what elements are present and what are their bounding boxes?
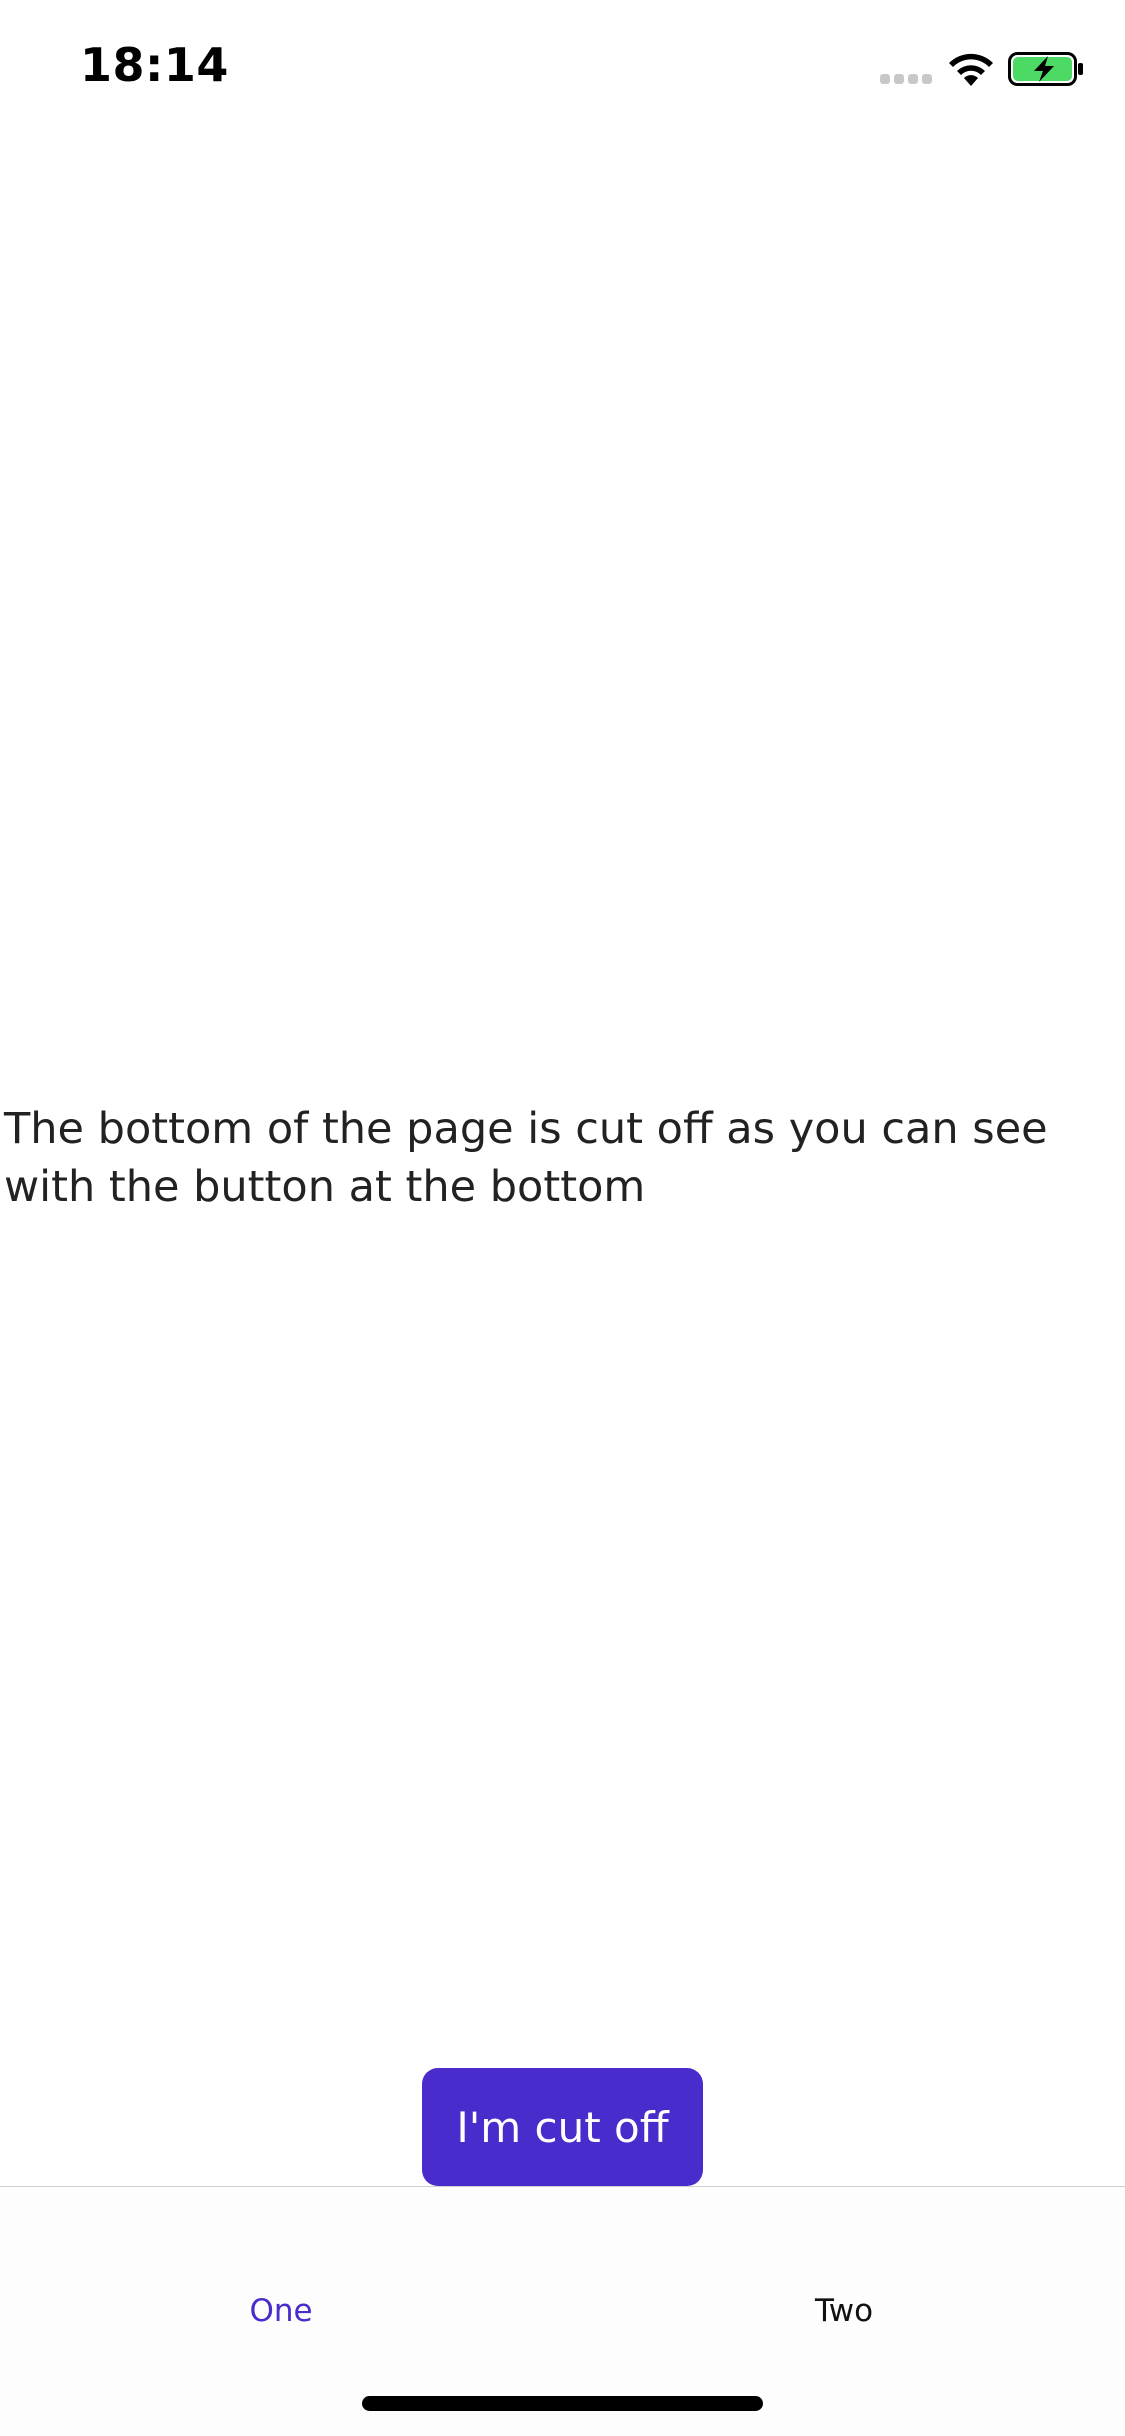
- cut-off-button[interactable]: I'm cut off: [422, 2068, 703, 2186]
- status-bar: 18:14: [0, 0, 1125, 132]
- page-message: The bottom of the page is cut off as you…: [4, 1104, 1048, 1212]
- status-time: 18:14: [80, 38, 229, 92]
- tab-one[interactable]: One: [131, 2293, 431, 2329]
- tab-two[interactable]: Two: [694, 2293, 994, 2329]
- battery-charging-icon: [1008, 52, 1083, 86]
- cellular-signal-icon: [880, 74, 934, 86]
- app-screen: 18:14 The bottom of the page is cut off …: [0, 0, 1125, 2436]
- home-indicator[interactable]: [362, 2396, 763, 2411]
- wifi-icon: [949, 53, 993, 86]
